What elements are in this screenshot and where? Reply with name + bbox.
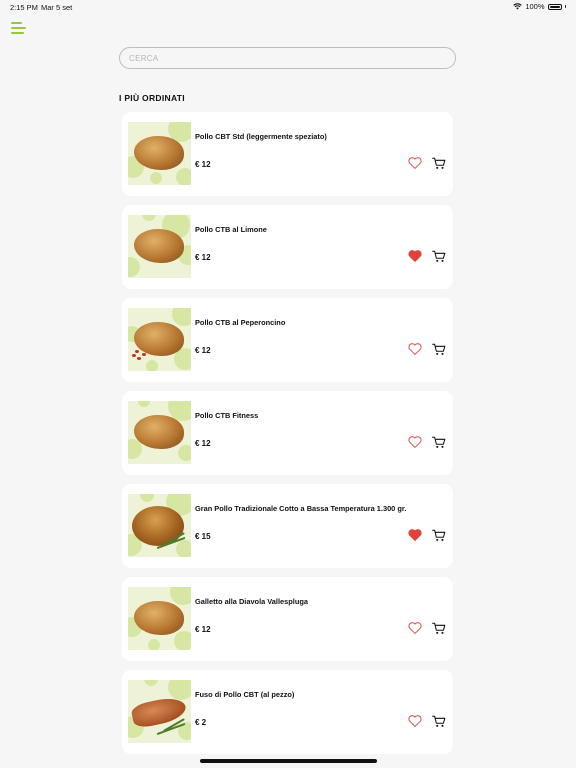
product-price: € 12 xyxy=(195,253,211,262)
product-card[interactable]: Pollo CBT Std (leggermente speziato) € 12 xyxy=(122,112,453,196)
product-name: Galletto alla Diavola Vallespluga xyxy=(195,597,308,606)
product-image[interactable] xyxy=(128,308,191,371)
product-price: € 12 xyxy=(195,625,211,634)
product-name: Gran Pollo Tradizionale Cotto a Bassa Te… xyxy=(195,504,407,513)
cart-icon[interactable] xyxy=(432,343,446,356)
product-name: Pollo CTB Fitness xyxy=(195,411,259,420)
section-title: I PIÙ ORDINATI xyxy=(119,93,185,103)
product-card[interactable]: Fuso di Pollo CBT (al pezzo) € 2 xyxy=(122,670,453,754)
product-card[interactable]: Pollo CTB al Limone € 12 xyxy=(122,205,453,289)
product-name: Pollo CTB al Limone xyxy=(195,225,267,234)
product-name: Pollo CBT Std (leggermente speziato) xyxy=(195,132,327,141)
heart-icon[interactable] xyxy=(408,250,422,262)
product-image[interactable] xyxy=(128,122,191,185)
product-price: € 12 xyxy=(195,439,211,448)
cart-icon[interactable] xyxy=(432,622,446,635)
cart-icon[interactable] xyxy=(432,715,446,728)
product-card[interactable]: Pollo CTB al Peperoncino € 12 xyxy=(122,298,453,382)
product-price: € 12 xyxy=(195,160,211,169)
product-card[interactable]: Pollo CTB Fitness € 12 xyxy=(122,391,453,475)
heart-icon[interactable] xyxy=(408,715,422,727)
cart-icon[interactable] xyxy=(432,529,446,542)
product-image[interactable] xyxy=(128,680,191,743)
product-image[interactable] xyxy=(128,215,191,278)
status-bar: 2:15 PM Mar 5 set 100% xyxy=(0,0,576,14)
heart-icon[interactable] xyxy=(408,436,422,448)
product-name: Pollo CTB al Peperoncino xyxy=(195,318,286,327)
heart-icon[interactable] xyxy=(408,157,422,169)
menu-icon[interactable] xyxy=(11,22,27,34)
product-name: Fuso di Pollo CBT (al pezzo) xyxy=(195,690,295,699)
status-time: 2:15 PM xyxy=(10,3,38,12)
product-image[interactable] xyxy=(128,587,191,650)
product-image[interactable] xyxy=(128,401,191,464)
product-card[interactable]: Galletto alla Diavola Vallespluga € 12 xyxy=(122,577,453,661)
search-input[interactable] xyxy=(119,47,456,69)
heart-icon[interactable] xyxy=(408,529,422,541)
cart-icon[interactable] xyxy=(432,157,446,170)
cart-icon[interactable] xyxy=(432,436,446,449)
battery-icon xyxy=(547,3,562,10)
cart-icon[interactable] xyxy=(432,250,446,263)
battery-tip xyxy=(564,5,566,8)
status-right: 100% xyxy=(513,2,566,11)
product-card[interactable]: Gran Pollo Tradizionale Cotto a Bassa Te… xyxy=(122,484,453,568)
battery-percentage: 100% xyxy=(525,2,545,11)
status-date: Mar 5 set xyxy=(41,3,73,12)
product-price: € 15 xyxy=(195,532,211,541)
product-image[interactable] xyxy=(128,494,191,557)
home-indicator[interactable] xyxy=(200,759,377,763)
product-price: € 12 xyxy=(195,346,211,355)
heart-icon[interactable] xyxy=(408,622,422,634)
heart-icon[interactable] xyxy=(408,343,422,355)
wifi-icon xyxy=(513,3,523,10)
product-price: € 2 xyxy=(195,718,207,727)
